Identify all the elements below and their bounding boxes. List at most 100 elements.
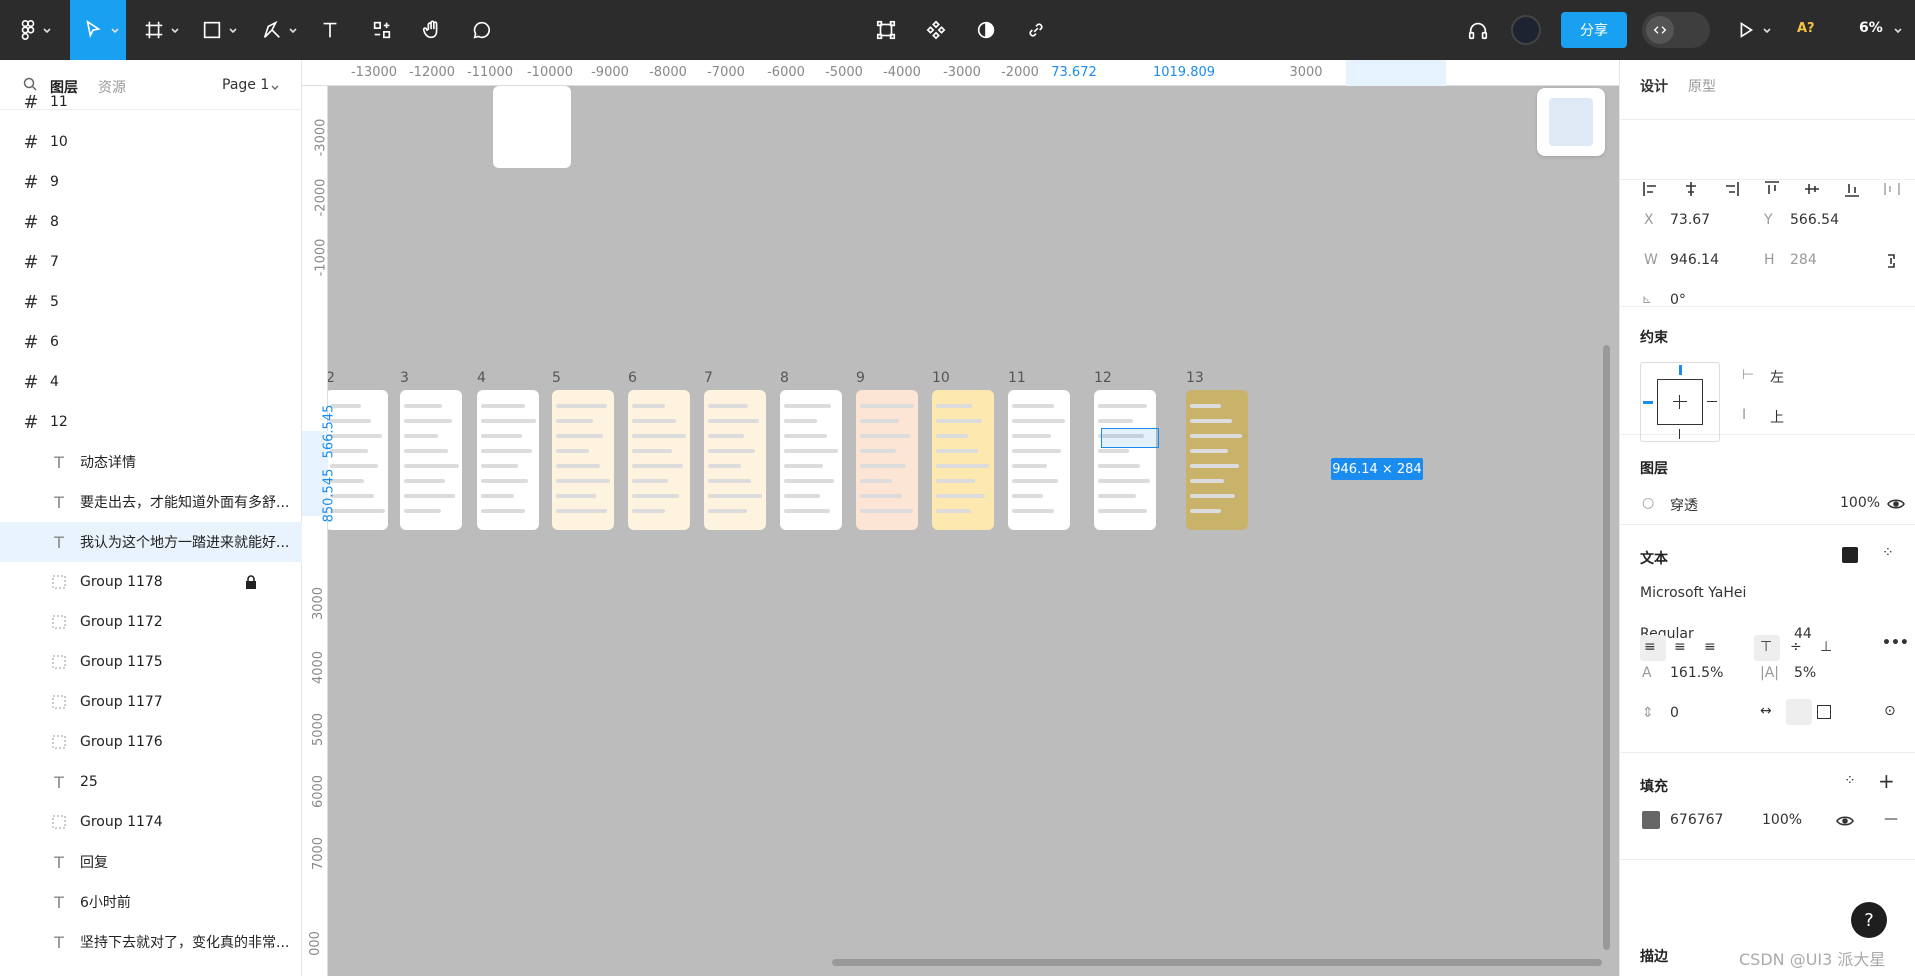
chevron-down-icon[interactable] <box>1893 24 1903 34</box>
design-frame[interactable] <box>628 390 690 530</box>
layer-row[interactable]: T 我认为这个地方一踏进来就能好... <box>0 522 302 562</box>
move-tool-button[interactable] <box>70 0 126 60</box>
layer-row[interactable]: T 要走出去，才能知道外面有多舒... <box>0 482 302 522</box>
design-canvas[interactable]: 2 3 4 5 6 7 8 9 10 11 12 13 <box>302 60 1619 976</box>
tab-design[interactable]: 设计 <box>1640 76 1668 96</box>
frame-name-label[interactable]: 3 <box>400 370 409 386</box>
constraint-top-marker[interactable] <box>1679 365 1682 375</box>
fill-styles-grid-icon[interactable]: ⁘ <box>1844 773 1856 789</box>
auto-height-button[interactable] <box>1786 699 1812 725</box>
frame-tool-icon[interactable] <box>138 14 170 46</box>
layer-row[interactable]: Group 1175 <box>0 642 302 682</box>
components-tool-icon[interactable] <box>366 14 398 46</box>
pen-tool-icon[interactable] <box>256 14 288 46</box>
frame-name-label[interactable]: 7 <box>704 370 713 386</box>
ai-assistant-button[interactable]: A? <box>1797 21 1815 36</box>
align-text-middle-icon[interactable]: ÷ <box>1790 639 1802 655</box>
align-text-right-icon[interactable]: ≡ <box>1704 639 1716 655</box>
layer-row[interactable]: #7 <box>0 242 302 282</box>
component-icon[interactable] <box>920 14 952 46</box>
w-input[interactable]: 946.14 <box>1670 252 1719 268</box>
blend-mode-select[interactable]: 穿透 <box>1670 495 1698 515</box>
y-input[interactable]: 566.54 <box>1790 212 1839 228</box>
fill-hex-input[interactable]: 676767 <box>1670 812 1723 828</box>
design-frame[interactable] <box>552 390 614 530</box>
frame-name-label[interactable]: 6 <box>628 370 637 386</box>
layer-opacity-input[interactable]: 100% <box>1840 495 1880 511</box>
eye-icon[interactable] <box>1885 493 1907 515</box>
layer-row[interactable]: #12 <box>0 402 302 442</box>
fill-visibility-eye-icon[interactable] <box>1834 810 1856 832</box>
frame-name-label[interactable]: 10 <box>932 370 950 386</box>
frame-name-label[interactable]: 8 <box>780 370 789 386</box>
design-frame[interactable] <box>780 390 842 530</box>
lock-icon[interactable] <box>245 575 257 589</box>
design-frame[interactable] <box>493 86 571 168</box>
auto-width-icon[interactable]: ↔ <box>1760 703 1772 719</box>
frame-name-label[interactable]: 5 <box>552 370 561 386</box>
layer-row[interactable]: Group 1178 <box>0 562 302 602</box>
layer-row[interactable]: Group 1172 <box>0 602 302 642</box>
transform-icon[interactable] <box>870 14 902 46</box>
constraint-left-marker[interactable] <box>1643 401 1653 404</box>
more-options-icon[interactable]: ••• <box>1882 635 1909 651</box>
fixed-size-icon[interactable] <box>1817 705 1831 719</box>
letter-spacing-input[interactable]: 5% <box>1794 665 1816 681</box>
figma-menu-icon[interactable] <box>12 14 44 46</box>
hand-tool-icon[interactable] <box>416 14 448 46</box>
text-styles-grid-icon[interactable]: ⁘ <box>1882 545 1894 561</box>
constraint-widget[interactable] <box>1640 362 1720 442</box>
chevron-down-icon[interactable] <box>1762 24 1772 34</box>
frame-name-label[interactable]: 4 <box>477 370 486 386</box>
dev-mode-toggle[interactable] <box>1642 12 1710 48</box>
mask-icon[interactable] <box>970 14 1002 46</box>
tab-prototype[interactable]: 原型 <box>1688 76 1716 96</box>
layer-row[interactable]: Group 1176 <box>0 722 302 762</box>
h-input[interactable]: 284 <box>1790 252 1817 268</box>
chevron-down-icon[interactable] <box>42 24 52 34</box>
frame-name-label[interactable]: 9 <box>856 370 865 386</box>
layer-row[interactable]: #4 <box>0 362 302 402</box>
design-frame[interactable] <box>477 390 539 530</box>
layer-row[interactable]: #8 <box>0 202 302 242</box>
design-frame[interactable] <box>856 390 918 530</box>
fill-opacity-input[interactable]: 100% <box>1762 812 1802 828</box>
horizontal-constraint-select[interactable]: 左 <box>1770 367 1784 387</box>
rectangle-tool-icon[interactable] <box>196 14 228 46</box>
align-text-bottom-icon[interactable]: ⊥ <box>1820 639 1832 655</box>
horizontal-scrollbar[interactable] <box>832 959 1602 966</box>
design-frame[interactable] <box>1186 390 1248 530</box>
layer-row[interactable]: T 回复 <box>0 842 302 882</box>
layer-row[interactable]: #5 <box>0 282 302 322</box>
text-tool-icon[interactable] <box>314 14 346 46</box>
align-text-center-icon[interactable]: ≡ <box>1674 639 1686 655</box>
paragraph-spacing-input[interactable]: 0 <box>1670 705 1679 721</box>
minimap[interactable] <box>1537 88 1605 156</box>
design-frame[interactable] <box>932 390 994 530</box>
layer-row[interactable]: #11 <box>0 82 302 122</box>
fill-color-swatch[interactable] <box>1642 811 1660 829</box>
constraint-right-marker[interactable] <box>1707 401 1717 402</box>
remove-fill-icon[interactable]: — <box>1884 811 1898 827</box>
layer-row[interactable]: T 25 <box>0 762 302 802</box>
text-style-icon[interactable] <box>1842 547 1858 563</box>
design-frame[interactable] <box>1094 390 1156 530</box>
layer-row[interactable]: T 动态详情 <box>0 442 302 482</box>
chevron-down-icon[interactable] <box>170 24 180 34</box>
link-icon[interactable] <box>1020 14 1052 46</box>
design-frame[interactable] <box>1008 390 1070 530</box>
frame-name-label[interactable]: 12 <box>1094 370 1112 386</box>
chevron-down-icon[interactable] <box>288 24 298 34</box>
share-button[interactable]: 分享 <box>1561 12 1627 48</box>
add-fill-icon[interactable]: + <box>1878 769 1895 793</box>
resize-lock-icon[interactable] <box>1880 250 1902 272</box>
frame-name-label[interactable]: 13 <box>1186 370 1204 386</box>
zoom-level[interactable]: 6% <box>1859 20 1883 36</box>
rotation-input[interactable]: 0° <box>1670 292 1686 308</box>
x-input[interactable]: 73.67 <box>1670 212 1710 228</box>
frame-name-label[interactable]: 11 <box>1008 370 1026 386</box>
layer-row[interactable]: #10 <box>0 122 302 162</box>
selection-box[interactable] <box>1101 428 1159 448</box>
layer-row[interactable]: Group 1177 <box>0 682 302 722</box>
headphones-icon[interactable] <box>1462 14 1494 46</box>
